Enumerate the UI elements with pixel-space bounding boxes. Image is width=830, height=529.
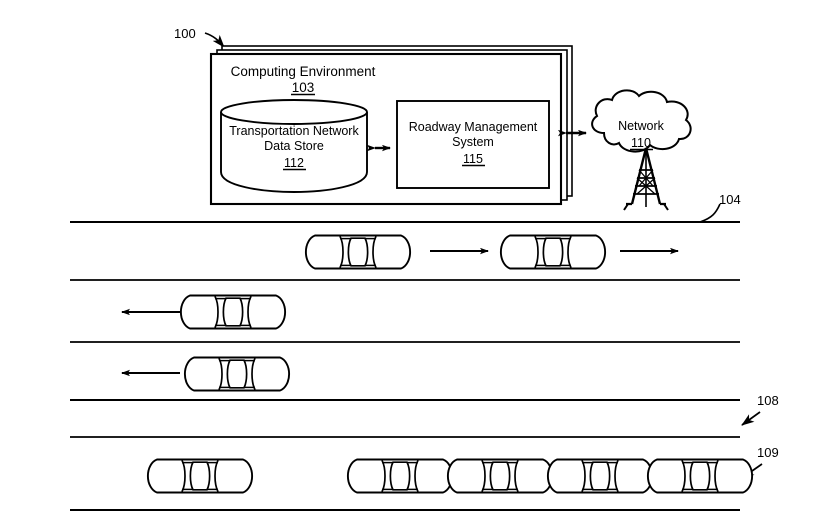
leader-arrow-icon-108 — [741, 411, 761, 426]
management-system-label-line1: Roadway Management — [409, 120, 538, 134]
callout-108: 108 — [741, 393, 779, 426]
vehicle-lane4-e — [646, 458, 754, 494]
lane-1-contents — [304, 234, 679, 270]
figure-canvas: 100 Computing Environment 103 Transporta… — [70, 26, 779, 511]
computing-environment-label: Computing Environment — [231, 64, 376, 79]
ref-115-label: 115 — [463, 152, 483, 166]
ref-103-label: 103 — [292, 80, 315, 95]
ref-110-label: 110 — [631, 136, 651, 150]
computing-environment-numeral: 103 — [291, 80, 315, 96]
vehicle-lane1-a — [304, 234, 412, 270]
callout-100: 100 — [174, 26, 225, 48]
transportation-network-data-store: Transportation Network Data Store 112 — [220, 99, 368, 193]
cylinder-top — [220, 99, 368, 125]
lane-4-contents — [146, 458, 754, 494]
vehicle-lane2-a — [179, 294, 287, 330]
vehicle-lane4-c — [446, 458, 554, 494]
data-store-label-line1: Transportation Network — [229, 124, 359, 138]
management-system-label-line2: System — [452, 135, 494, 149]
patent-figure: 100 Computing Environment 103 Transporta… — [0, 0, 830, 529]
vehicle-lane1-b — [499, 234, 607, 270]
ref-108-label: 108 — [757, 393, 779, 408]
network-label: Network — [618, 119, 665, 133]
network-cloud: Network 110 — [591, 89, 692, 153]
callout-104: 104 — [699, 192, 741, 223]
data-store-label-line2: Data Store — [264, 139, 324, 153]
ref-100-label: 100 — [174, 26, 196, 41]
vehicle-lane3-a — [183, 356, 291, 392]
vehicle-lane4-d — [546, 458, 654, 494]
lane-2-contents — [121, 294, 287, 330]
cell-tower-icon — [623, 147, 669, 211]
leader-arrow-icon — [204, 32, 225, 48]
leader-curve-icon — [699, 203, 721, 223]
vehicle-lane4-a — [146, 458, 254, 494]
ref-112-label: 112 — [284, 156, 304, 170]
ref-109-label: 109 — [757, 445, 779, 460]
ref-104-label: 104 — [719, 192, 741, 207]
vehicle-lane4-b — [346, 458, 454, 494]
roadway-management-system: Roadway Management System 115 — [396, 100, 550, 189]
lane-3-contents — [121, 356, 291, 392]
